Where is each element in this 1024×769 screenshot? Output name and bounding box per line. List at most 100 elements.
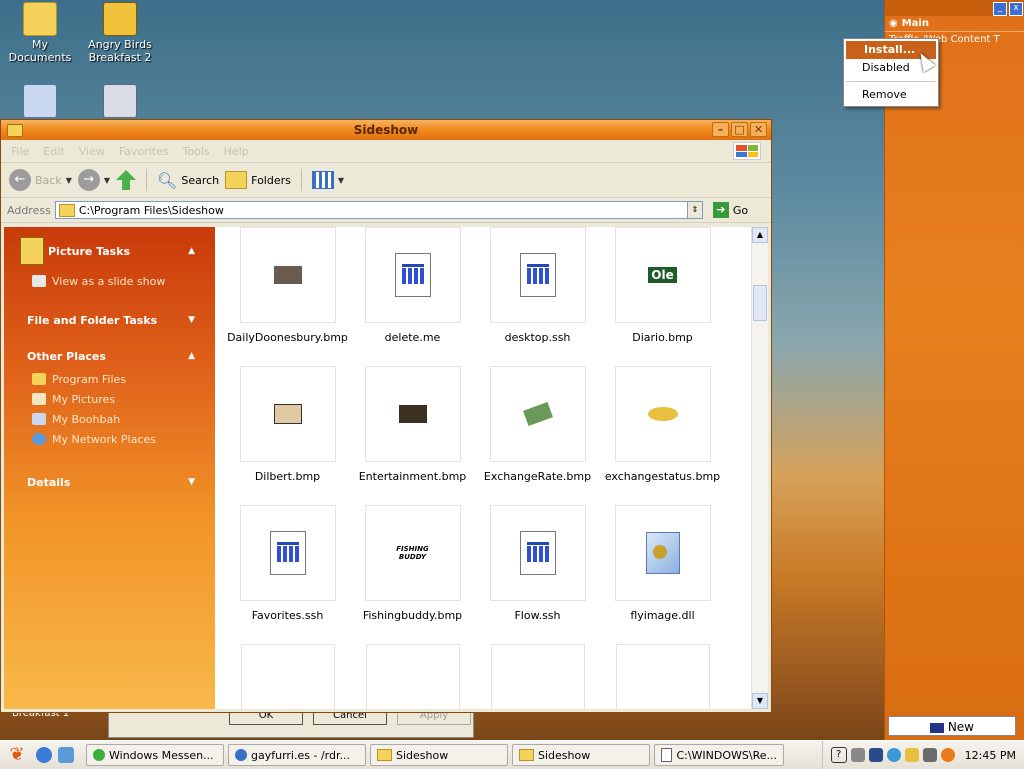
menu-help[interactable]: Help	[224, 145, 249, 158]
back-button[interactable]: ← Back ▼	[9, 169, 72, 191]
new-button[interactable]: New	[888, 716, 1016, 736]
desktop-icon-shortcut[interactable]	[80, 84, 160, 120]
maximize-button[interactable]: □	[731, 122, 748, 137]
dll-gear-icon	[645, 532, 680, 574]
place-program-files[interactable]: Program Files	[32, 369, 215, 389]
views-button[interactable]: ▼	[311, 171, 344, 189]
search-tray-icon[interactable]	[940, 748, 955, 762]
file-folder-tasks-header[interactable]: File and Folder Tasks ▼	[4, 309, 215, 331]
background-dialog: OK Cancel Apply	[108, 709, 474, 738]
file-item[interactable]: Flow.ssh	[475, 505, 600, 644]
up-folder-button[interactable]	[116, 170, 137, 190]
place-my-pictures[interactable]: My Pictures	[32, 389, 215, 409]
taskbar-item-messenger[interactable]: Windows Messen...	[86, 744, 224, 766]
toolbar: ← Back ▼ → ▼ 🔍︎ Search Folders ▼	[1, 163, 771, 198]
document-icon	[519, 253, 556, 297]
address-input[interactable]: C:\Program Files\Sideshow ⇕	[54, 201, 703, 219]
file-item[interactable]: Ole Diario.bmp	[600, 227, 725, 366]
taskbar-item-sideshow-1[interactable]: Sideshow	[370, 744, 508, 766]
file-name: flyimage.dll	[630, 609, 695, 622]
menu-file[interactable]: File	[11, 145, 29, 158]
address-bar: Address C:\Program Files\Sideshow ⇕ ➔ Go	[1, 198, 771, 223]
details-label: Details	[27, 475, 71, 489]
folders-button[interactable]: Folders	[225, 171, 291, 189]
place-my-boohbah[interactable]: My Boohbah	[32, 409, 215, 429]
file-item[interactable]: flyimage.dll	[600, 505, 725, 644]
menu-item-remove[interactable]: Remove	[844, 86, 938, 104]
place-label: My Pictures	[52, 392, 116, 406]
computer-icon	[23, 84, 57, 118]
file-name: Favorites.ssh	[251, 609, 324, 622]
details-header[interactable]: Details ▼	[4, 471, 215, 493]
scroll-down-button[interactable]: ▼	[752, 693, 768, 709]
file-item[interactable]: ExchangeRate.bmp	[475, 366, 600, 505]
file-item[interactable]	[475, 644, 600, 709]
menu-tools[interactable]: Tools	[183, 145, 210, 158]
clock[interactable]: 12:45 PM	[965, 749, 1016, 762]
vertical-scrollbar[interactable]: ▲ ▼	[751, 227, 768, 709]
file-item[interactable]: Dilbert.bmp	[225, 366, 350, 505]
explorer-quicklaunch-icon[interactable]	[58, 747, 74, 763]
menu-edit[interactable]: Edit	[43, 145, 64, 158]
scroll-up-button[interactable]: ▲	[752, 227, 768, 243]
file-name: Fishingbuddy.bmp	[362, 609, 463, 622]
folders-icon	[225, 171, 248, 189]
sidebar-main-header[interactable]: ◉ Main	[885, 16, 1024, 32]
folder-icon	[32, 373, 46, 385]
minimize-button[interactable]: –	[712, 122, 729, 137]
taskbar-item-sideshow-2[interactable]: Sideshow	[512, 744, 650, 766]
file-item[interactable]	[600, 644, 725, 709]
go-button[interactable]: ➔ Go	[712, 202, 748, 218]
file-thumbnail: Ole	[614, 227, 711, 323]
taskbar-item-browser[interactable]: gayfurri.es - /rdr...	[228, 744, 366, 766]
globe-icon[interactable]	[886, 748, 901, 762]
address-dropdown-button[interactable]: ⇕	[686, 202, 702, 218]
file-item[interactable]	[350, 644, 475, 709]
menu-favorites[interactable]: Favorites	[119, 145, 169, 158]
file-item[interactable]: exchangestatus.bmp	[600, 366, 725, 505]
sidebar-minimize-button[interactable]: _	[993, 2, 1007, 16]
file-item[interactable]: FISHING BUDDY Fishingbuddy.bmp	[350, 505, 475, 644]
system-tray: ? 12:45 PM	[821, 741, 1024, 769]
desktop-icon-my-computer[interactable]	[0, 84, 80, 120]
network-icon[interactable]	[868, 748, 883, 762]
picture-folder-icon	[20, 237, 44, 265]
ie-quicklaunch-icon[interactable]	[36, 747, 52, 763]
connection-icon[interactable]	[922, 748, 937, 762]
picture-tasks-header[interactable]: Picture Tasks ▲	[4, 227, 215, 269]
file-item[interactable]: delete.me	[350, 227, 475, 366]
help-icon[interactable]: ?	[830, 747, 847, 763]
file-item[interactable]	[225, 644, 350, 709]
file-thumbnail	[240, 644, 335, 709]
chevron-down-icon: ▼	[188, 477, 195, 487]
address-value: C:\Program Files\Sideshow	[78, 203, 224, 217]
place-my-network-places[interactable]: My Network Places	[32, 429, 215, 449]
other-places-label: Other Places	[27, 349, 106, 363]
money-thumb-icon	[522, 402, 553, 426]
computer-icon	[32, 413, 46, 425]
desktop-icon-my-documents[interactable]: My Documents	[0, 2, 80, 64]
task-pane: Picture Tasks ▲ View as a slide show Fil…	[4, 227, 215, 709]
desktop-icon-angry-birds[interactable]: Angry Birds Breakfast 2	[80, 2, 160, 64]
file-item[interactable]: DailyDoonesbury.bmp	[225, 227, 350, 366]
start-button[interactable]: ❦	[4, 743, 30, 767]
forward-button[interactable]: → ▼	[77, 169, 111, 191]
pictures-icon	[32, 393, 46, 405]
file-grid: DailyDoonesbury.bmp delete.me desktop.ss…	[225, 227, 745, 709]
file-thumbnail	[364, 227, 461, 323]
file-item[interactable]: desktop.ssh	[475, 227, 600, 366]
taskbar-item-windows-folder[interactable]: C:\WINDOWS\Re...	[654, 744, 784, 766]
chevron-down-icon: ▼	[103, 175, 111, 185]
sidebar-close-button[interactable]: x	[1009, 2, 1023, 16]
scroll-thumb[interactable]	[753, 285, 767, 321]
menu-view[interactable]: View	[79, 145, 105, 158]
file-item[interactable]: Entertainment.bmp	[350, 366, 475, 505]
shield-icon[interactable]	[904, 748, 919, 762]
task-view-slideshow[interactable]: View as a slide show	[32, 271, 215, 291]
window-titlebar[interactable]: Sideshow – □ ✕	[1, 120, 771, 140]
other-places-header[interactable]: Other Places ▲	[4, 345, 215, 367]
close-button[interactable]: ✕	[750, 122, 767, 137]
file-item[interactable]: Favorites.ssh	[225, 505, 350, 644]
volume-icon[interactable]	[850, 748, 865, 762]
search-button[interactable]: 🔍︎ Search	[157, 171, 219, 190]
